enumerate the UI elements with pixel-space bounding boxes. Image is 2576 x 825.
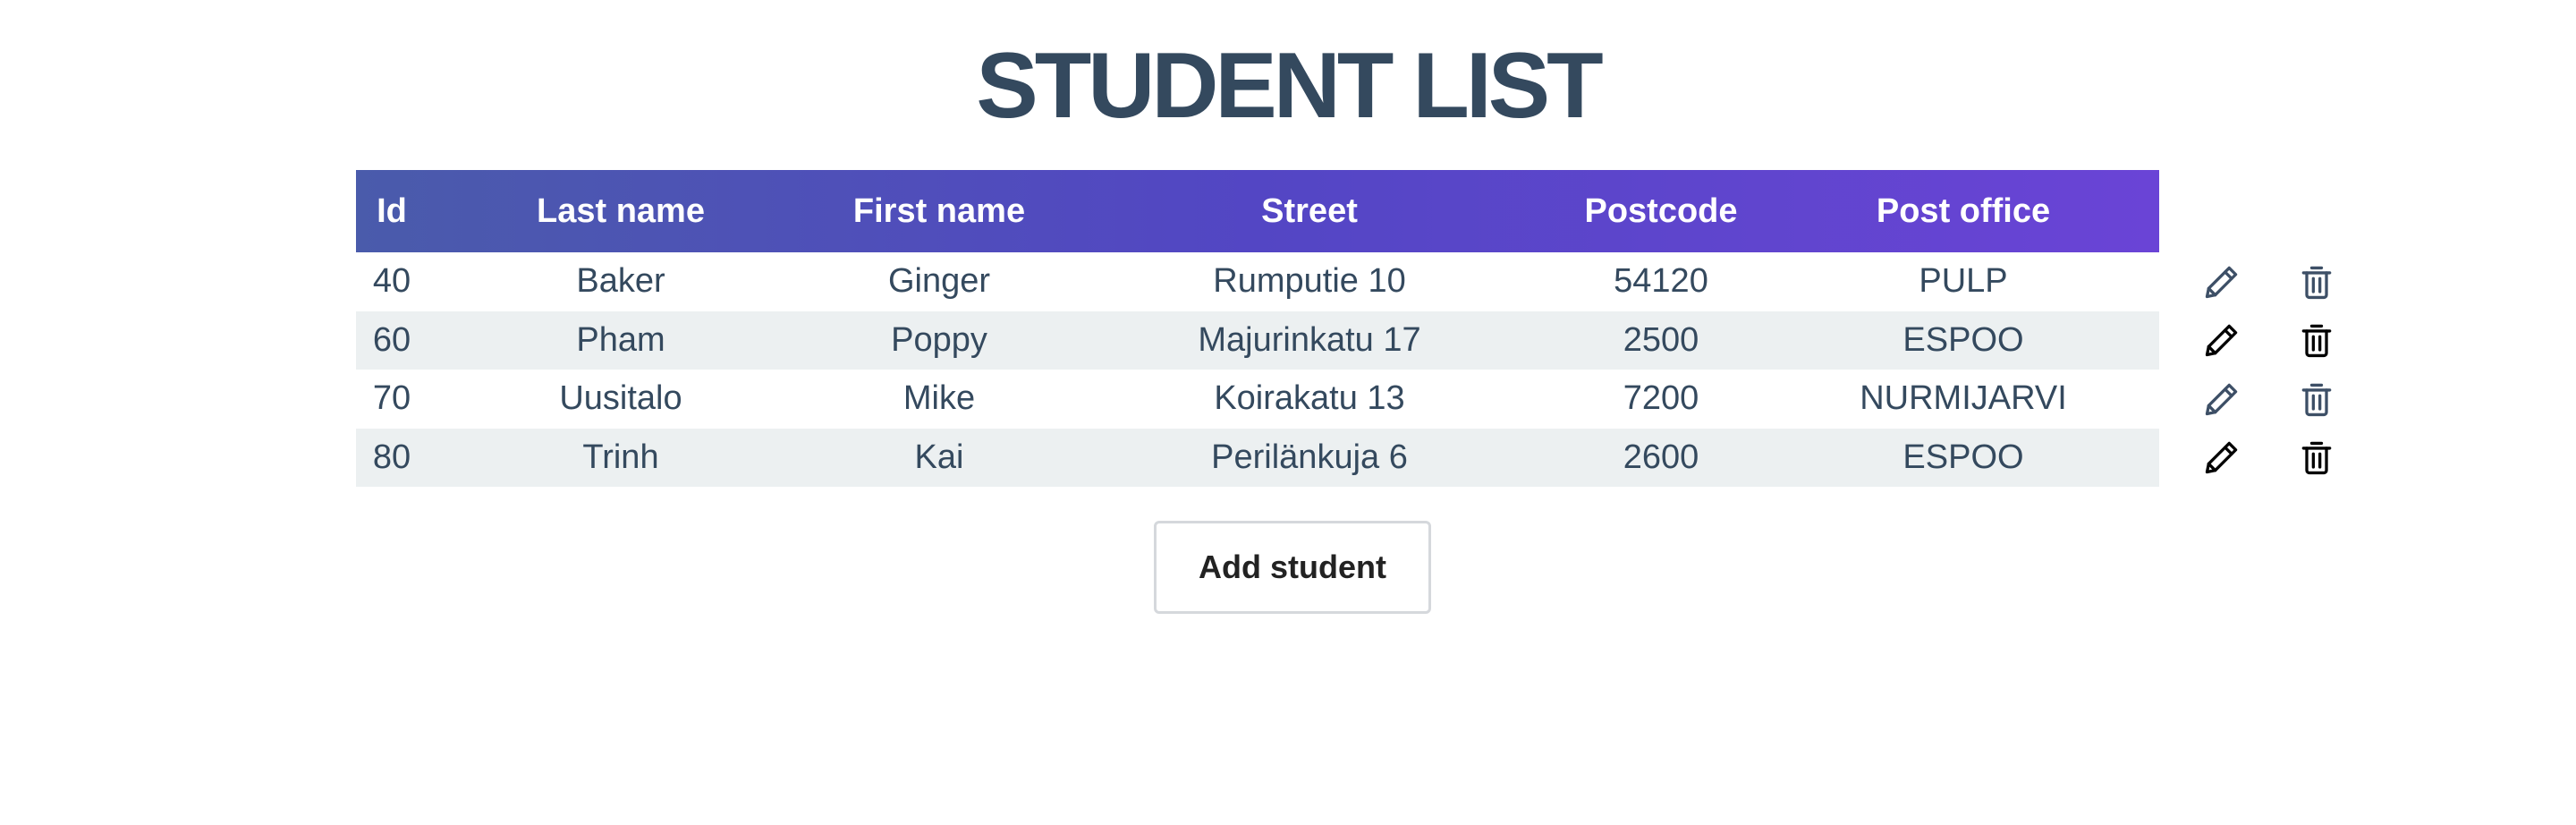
student-table-container: Id Last name First name Street Postcode … [356,170,2159,487]
trash-icon[interactable] [2295,378,2338,421]
cell-postcode: 54120 [1614,262,1708,301]
header-street: Street [1261,191,1358,230]
table-row: 40 Baker Ginger Rumputie 10 54120 PULP [356,252,2159,311]
header-postcode: Postcode [1584,191,1738,230]
cell-street: Perilänkuja 6 [1211,438,1408,476]
cell-id: 80 [372,438,411,476]
pencil-icon[interactable] [2200,436,2243,479]
cell-first-name: Mike [902,379,976,418]
cell-id: 40 [372,262,411,301]
cell-first-name: Kai [914,438,964,476]
cell-post-office: PULP [1919,262,2008,301]
row-actions-item [2200,429,2361,488]
cell-postcode: 2500 [1623,320,1699,359]
header-post-office: Post office [1876,191,2051,230]
cell-first-name: Ginger [887,262,991,301]
cell-street: Majurinkatu 17 [1198,320,1421,359]
row-actions-item [2200,311,2361,370]
table-row: 70 Uusitalo Mike Koirakatu 13 7200 NURMI… [356,370,2159,429]
cell-id: 60 [372,320,411,359]
header-first-name: First name [852,191,1026,230]
cell-id: 70 [372,379,411,418]
row-actions-item [2200,370,2361,429]
trash-icon[interactable] [2295,436,2338,479]
table-row: 60 Pham Poppy Majurinkatu 17 2500 ESPOO [356,310,2159,370]
row-actions-item [2200,252,2361,311]
add-student-button[interactable]: Add student [1154,521,1431,614]
cell-postcode: 2600 [1623,438,1699,476]
page-title: STUDENT LIST [976,34,1603,138]
student-table: Id Last name First name Street Postcode … [356,170,2159,487]
header-last-name: Last name [537,191,705,230]
cell-last-name: Trinh [582,438,659,476]
pencil-icon[interactable] [2200,260,2243,303]
cell-last-name: Baker [576,262,665,301]
cell-first-name: Poppy [891,320,987,359]
table-row: 80 Trinh Kai Perilänkuja 6 2600 ESPOO [356,428,2159,487]
pencil-icon[interactable] [2200,319,2243,361]
cell-street: Rumputie 10 [1213,262,1406,301]
table-header-row: Id Last name First name Street Postcode … [356,170,2159,252]
cell-last-name: Uusitalo [559,379,682,418]
trash-icon[interactable] [2295,260,2338,303]
cell-last-name: Pham [576,320,665,359]
pencil-icon[interactable] [2200,378,2243,421]
cell-post-office: ESPOO [1902,438,2024,476]
trash-icon[interactable] [2295,319,2338,361]
cell-street: Koirakatu 13 [1214,379,1405,418]
cell-post-office: ESPOO [1902,320,2024,359]
row-actions [2200,252,2361,487]
header-id: Id [377,191,407,230]
cell-postcode: 7200 [1623,379,1699,418]
cell-post-office: NURMIJARVI [1860,379,2067,418]
student-list-page: STUDENT LIST Id Last name First name Str… [0,0,2576,825]
